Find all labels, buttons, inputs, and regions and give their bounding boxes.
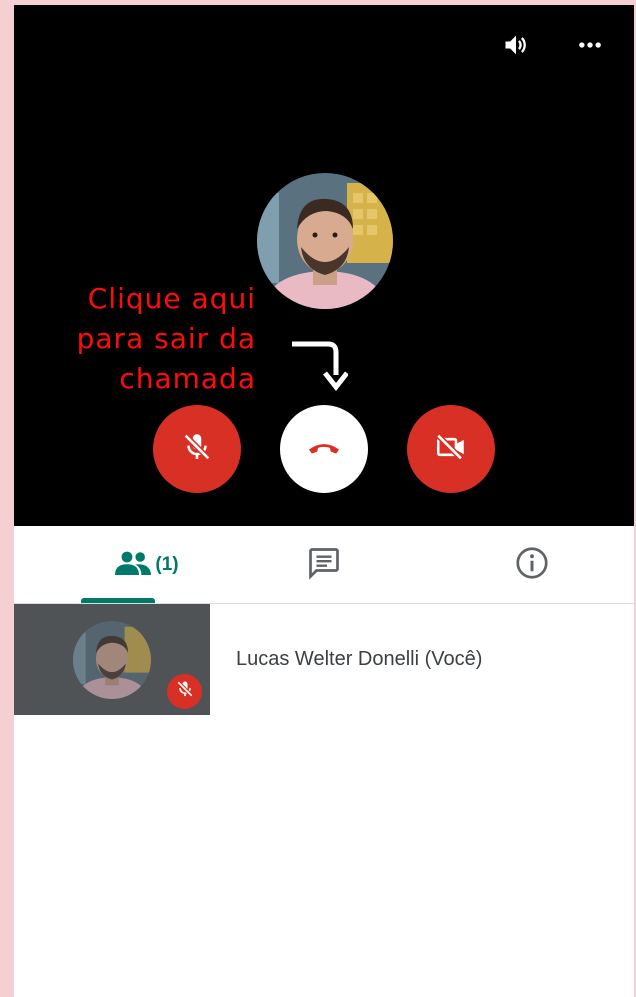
more-options-icon[interactable] <box>572 27 608 63</box>
participant-list-item[interactable]: Lucas Welter Donelli (Você) <box>14 604 634 716</box>
hang-up-button[interactable] <box>280 405 368 493</box>
camera-off-icon <box>434 430 468 469</box>
camera-toggle-button[interactable] <box>407 405 495 493</box>
hint-line-1: Clique aqui <box>87 282 256 315</box>
tab-info[interactable] <box>492 526 572 604</box>
hint-line-3: chamada <box>119 362 256 395</box>
people-count: (1) <box>155 554 179 575</box>
chat-icon <box>306 545 342 586</box>
mic-off-icon <box>180 430 214 469</box>
info-icon <box>514 545 550 586</box>
tab-people[interactable]: (1) <box>72 526 222 604</box>
hang-up-icon <box>304 427 344 472</box>
mute-button[interactable] <box>153 405 241 493</box>
people-icon <box>115 549 152 582</box>
user-avatar <box>257 173 393 309</box>
mic-off-icon <box>175 679 195 704</box>
video-call-area: Clique aqui para sair da chamada <box>14 5 634 526</box>
participant-avatar <box>73 621 151 699</box>
participant-thumbnail <box>14 604 210 715</box>
app-frame: Clique aqui para sair da chamada (1) Luc… <box>14 5 634 997</box>
tab-chat[interactable] <box>284 526 364 604</box>
speaker-icon[interactable] <box>498 27 534 63</box>
muted-badge <box>167 674 202 709</box>
hint-line-2: para sair da <box>76 322 256 355</box>
curved-arrow-icon <box>288 335 349 393</box>
active-tab-indicator <box>81 598 155 603</box>
participant-name: Lucas Welter Donelli (Você) <box>236 648 483 670</box>
exit-call-hint: Clique aqui para sair da chamada <box>34 279 256 399</box>
tab-bar: (1) <box>14 526 634 604</box>
